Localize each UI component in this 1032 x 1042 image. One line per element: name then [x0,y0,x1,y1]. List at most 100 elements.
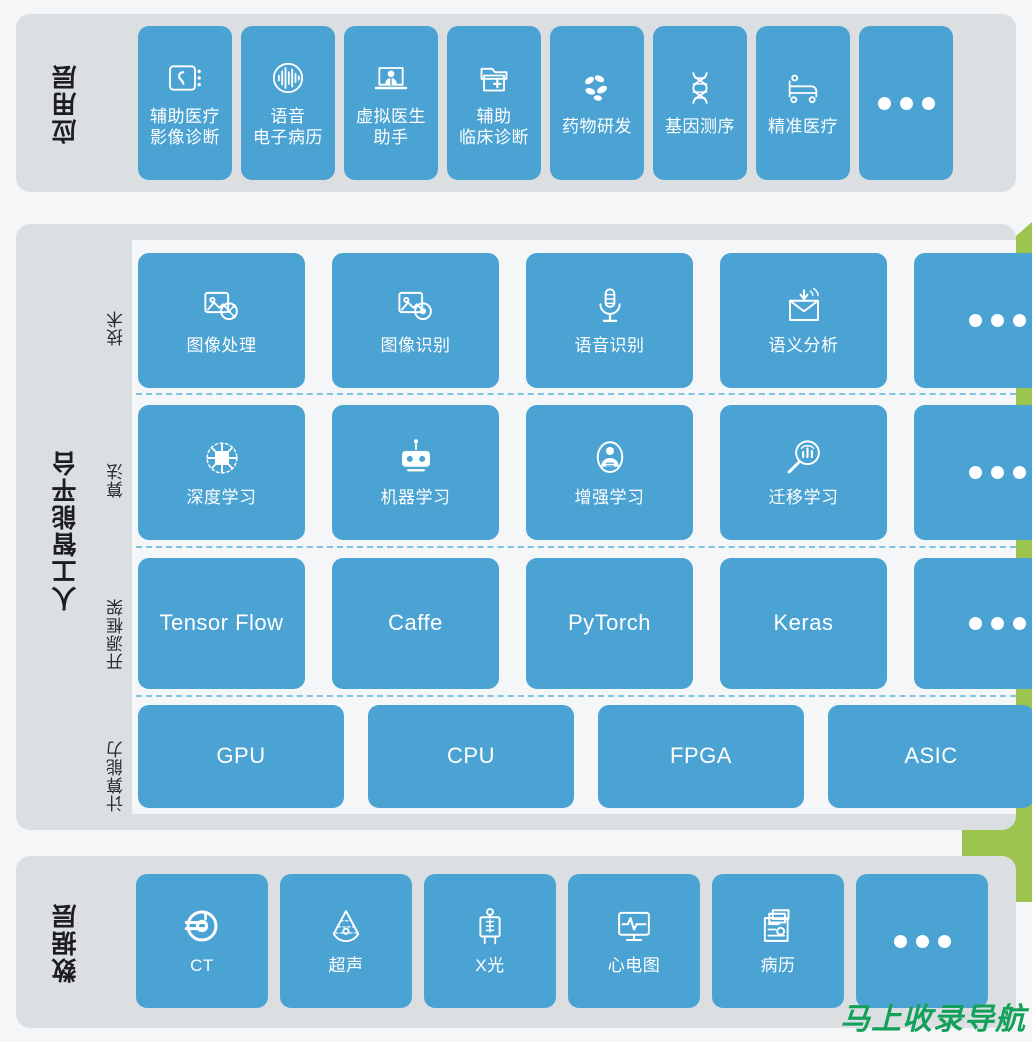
diagram-canvas: 应用层 辅助医疗 影像诊断 语音 电子病历 虚拟医生 助手 辅助 临床诊断 药物研发 基因… [0,0,1032,1042]
data-layer-label: 数据层 [52,902,80,984]
card-辅助医疗-影像诊断[interactable]: 辅助医疗 影像诊断 [138,26,232,180]
divider-framework-compute [136,695,1016,697]
person-badge-icon [589,437,631,479]
application-layer-label: 应用层 [52,63,80,145]
neural-chip-icon [201,437,243,479]
card-label: 精准医疗 [768,117,838,137]
hospital-bed-icon [783,68,823,108]
card-label: FPGA [670,743,732,769]
card-辅助-临床诊断[interactable]: 辅助 临床诊断 [447,26,541,180]
application-layer-row: 辅助医疗 影像诊断 语音 电子病历 虚拟医生 助手 辅助 临床诊断 药物研发 基因测序 精准… [138,26,953,180]
card-PyTorch[interactable]: PyTorch [526,558,693,689]
pills-icon [577,68,617,108]
card-迁移学习[interactable]: 迁移学习 [720,405,887,540]
card-label: 辅助 临床诊断 [459,106,529,147]
ai-sublabel-compute: 计算能力 [107,740,126,812]
card-药物研发[interactable]: 药物研发 [550,26,644,180]
card-label: 图像处理 [186,335,257,355]
card-病历[interactable]: 病历 [712,874,844,1008]
divider-algorithm-framework [136,546,1016,548]
card-深度学习[interactable]: 深度学习 [138,405,305,540]
card-精准医疗[interactable]: 精准医疗 [756,26,850,180]
ai-sublabel-technology: 技术 [107,310,126,346]
card-label: 超声 [328,956,364,976]
card-label: CPU [447,743,495,769]
card-label: 图像识别 [380,335,451,355]
ellipsis-icon [969,466,1026,479]
ai-platform-label: 人工智能平台 [52,449,80,611]
card-语义分析[interactable]: 语义分析 [720,253,887,388]
card-label: Caffe [388,610,443,636]
card-GPU[interactable]: GPU [138,705,344,808]
voice-waveform-icon [268,58,308,98]
image-recognition-icon [395,285,437,327]
data-layer-row: CT 超声 X光 心电图 病历 [136,874,988,1008]
card-X光[interactable]: X光 [424,874,556,1008]
card-label: 迁移学习 [768,487,839,507]
card-label: CT [190,956,214,976]
more-card[interactable] [914,558,1032,689]
card-label: 语义分析 [768,335,839,355]
card-语音识别[interactable]: 语音识别 [526,253,693,388]
card-基因测序[interactable]: 基因测序 [653,26,747,180]
card-label: Tensor Flow [159,610,284,636]
medical-records-icon [757,905,799,947]
ai-compute-row: GPU CPU FPGA ASIC [138,705,1032,808]
microphone-icon [589,285,631,327]
card-ASIC[interactable]: ASIC [828,705,1032,808]
magnifier-chart-icon [783,437,825,479]
card-label: 药物研发 [562,117,632,137]
card-label: X光 [475,956,505,976]
ai-algorithm-row: 深度学习 机器学习 增强学习 迁移学习 [138,405,1032,540]
card-心电图[interactable]: 心电图 [568,874,700,1008]
card-图像识别[interactable]: 图像识别 [332,253,499,388]
card-Keras[interactable]: Keras [720,558,887,689]
ai-sublabel-algorithm: 算法 [107,462,126,498]
ellipsis-icon [969,314,1026,327]
xray-icon [469,905,511,947]
card-label: 基因测序 [665,117,735,137]
card-label: 增强学习 [574,487,645,507]
watermark: 马上收录导航 [840,1003,1026,1036]
card-label: PyTorch [568,610,651,636]
card-Caffe[interactable]: Caffe [332,558,499,689]
clinical-folder-icon [474,58,514,98]
card-语音-电子病历[interactable]: 语音 电子病历 [241,26,335,180]
robot-icon [395,437,437,479]
ellipsis-icon [969,617,1026,630]
card-虚拟医生-助手[interactable]: 虚拟医生 助手 [344,26,438,180]
card-图像处理[interactable]: 图像处理 [138,253,305,388]
ct-scanner-icon [181,905,223,947]
card-label: 深度学习 [186,487,257,507]
card-CT[interactable]: CT [136,874,268,1008]
more-card[interactable] [914,253,1032,388]
more-card[interactable] [859,26,953,180]
card-label: Keras [773,610,834,636]
virtual-doctor-icon [371,58,411,98]
card-label: ASIC [904,743,958,769]
card-Tensor Flow[interactable]: Tensor Flow [138,558,305,689]
image-processing-icon [201,285,243,327]
ai-framework-row: Tensor Flow Caffe PyTorch Keras [138,558,1032,689]
card-label: GPU [216,743,266,769]
card-增强学习[interactable]: 增强学习 [526,405,693,540]
card-label: 虚拟医生 助手 [356,106,426,147]
ecg-monitor-icon [613,905,655,947]
divider-technology-algorithm [136,393,1016,395]
ellipsis-icon [877,96,935,110]
ai-sublabel-framework: 开源框架 [107,598,126,670]
more-card[interactable] [914,405,1032,540]
card-label: 辅助医疗 影像诊断 [150,106,220,147]
card-label: 心电图 [607,956,661,976]
dna-helix-icon [680,68,720,108]
card-机器学习[interactable]: 机器学习 [332,405,499,540]
more-card[interactable] [856,874,988,1008]
card-label: 机器学习 [380,487,451,507]
card-label: 语音 电子病历 [253,106,323,147]
card-CPU[interactable]: CPU [368,705,574,808]
ai-technology-row: 图像处理 图像识别 语音识别 语义分析 [138,253,1032,388]
card-FPGA[interactable]: FPGA [598,705,804,808]
card-label: 语音识别 [574,335,645,355]
card-超声[interactable]: 超声 [280,874,412,1008]
medical-imaging-icon [165,58,205,98]
